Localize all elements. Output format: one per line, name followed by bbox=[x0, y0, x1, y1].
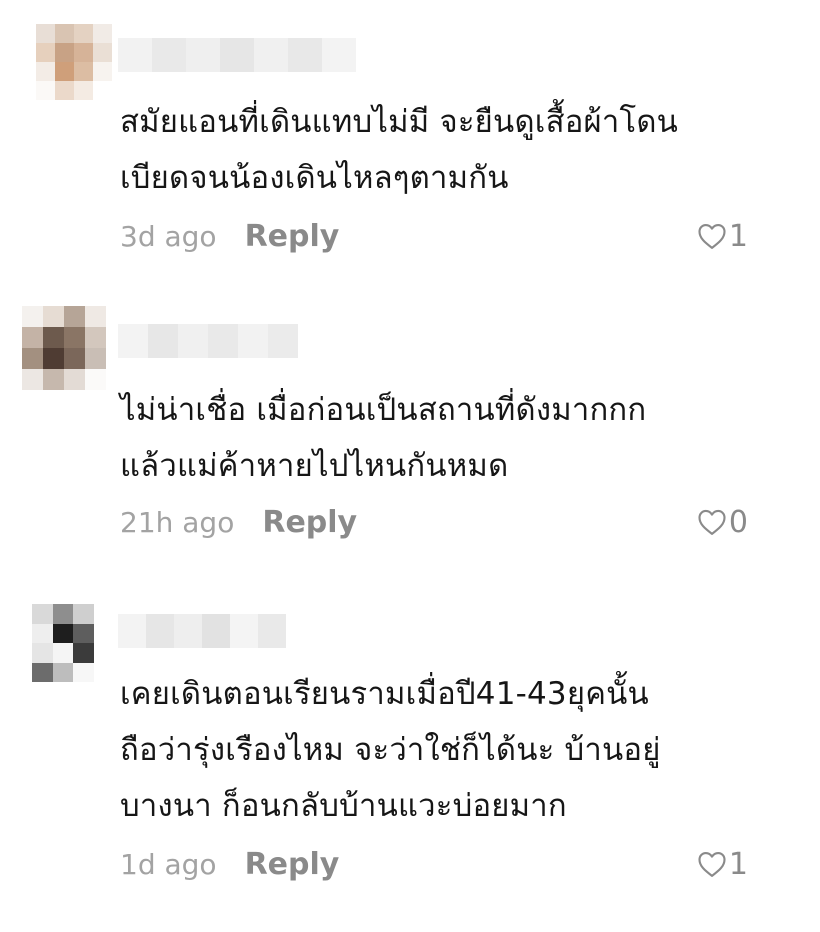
comment-time: 3d ago bbox=[120, 219, 217, 253]
like-button[interactable]: 1 bbox=[697, 844, 748, 884]
avatar[interactable] bbox=[32, 604, 94, 682]
username-blurred[interactable] bbox=[118, 38, 356, 72]
like-button[interactable]: 1 bbox=[697, 216, 748, 256]
comment-meta: 21h ago Reply bbox=[120, 502, 357, 542]
like-button[interactable]: 0 bbox=[697, 502, 748, 542]
reply-button[interactable]: Reply bbox=[245, 219, 340, 254]
username-blurred[interactable] bbox=[118, 324, 298, 358]
like-count: 1 bbox=[728, 846, 748, 882]
comment-text: สมัยแอนที่เดินแทบไม่มี จะยืนดูเสื้อผ้าโด… bbox=[120, 104, 679, 196]
comment-text: เคยเดินตอนเรียนรามเมื่อปี41-43ยุคนั้น ถื… bbox=[120, 676, 661, 824]
avatar[interactable] bbox=[36, 24, 112, 100]
reply-button[interactable]: Reply bbox=[262, 505, 357, 540]
comment-time: 1d ago bbox=[120, 847, 217, 881]
avatar[interactable] bbox=[22, 306, 106, 390]
like-count: 1 bbox=[728, 218, 748, 254]
comment-meta: 3d ago Reply bbox=[120, 216, 339, 256]
heart-outline-icon bbox=[698, 223, 726, 249]
heart-outline-icon bbox=[698, 509, 726, 535]
comment-time: 21h ago bbox=[120, 505, 235, 539]
heart-outline-icon bbox=[698, 851, 726, 877]
username-blurred[interactable] bbox=[118, 614, 286, 648]
comment-text: ไม่น่าเชื่อ เมื่อก่อนเป็นสถานที่ดังมากกก… bbox=[120, 392, 647, 484]
reply-button[interactable]: Reply bbox=[245, 847, 340, 882]
like-count: 0 bbox=[728, 504, 748, 540]
comment-meta: 1d ago Reply bbox=[120, 844, 339, 884]
